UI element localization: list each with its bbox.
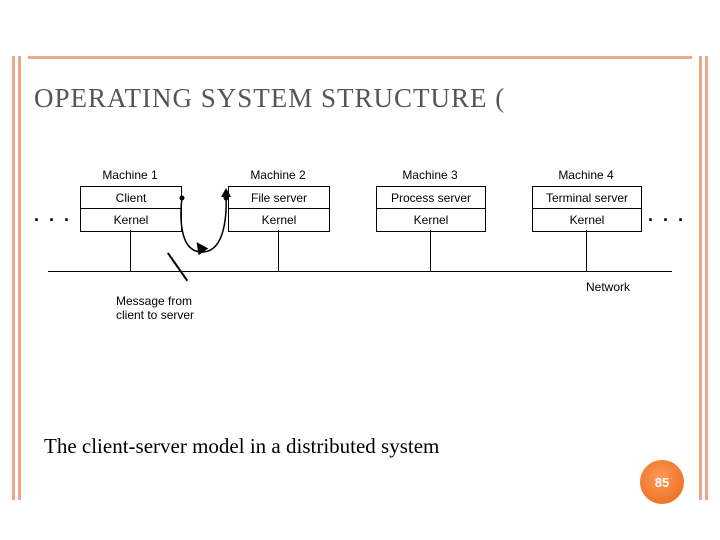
- page-number-badge: 85: [640, 460, 684, 504]
- machine-1-label: Machine 1: [80, 168, 180, 182]
- machine-3-drop: [430, 230, 431, 271]
- ellipsis-right-icon: · · ·: [648, 210, 686, 231]
- divider-left: [12, 56, 15, 500]
- message-arrowhead-icon: [221, 188, 231, 197]
- page-number: 85: [655, 475, 669, 490]
- machine-3-kernel: Kernel: [376, 208, 486, 232]
- machine-3-label: Machine 3: [376, 168, 484, 182]
- divider-top: [28, 56, 692, 59]
- network-label: Network: [586, 280, 630, 294]
- divider-left-2: [18, 56, 21, 500]
- machine-1-drop: [130, 230, 131, 271]
- architecture-diagram: · · · · · · Network Machine 1 Client Ker…: [48, 168, 672, 336]
- machine-1-role: Client: [80, 186, 182, 210]
- machine-4-drop: [586, 230, 587, 271]
- slide: OPERATING SYSTEM STRUCTURE ( · · · · · ·…: [0, 0, 720, 540]
- divider-right: [705, 56, 708, 500]
- figure-caption: The client-server model in a distributed…: [44, 434, 439, 459]
- page-title: OPERATING SYSTEM STRUCTURE (: [34, 83, 505, 114]
- machine-4-kernel: Kernel: [532, 208, 642, 232]
- message-arrow-curve: [168, 192, 378, 272]
- machine-3-role: Process server: [376, 186, 486, 210]
- message-label-line1: Message from: [116, 294, 192, 308]
- machine-4-label: Machine 4: [532, 168, 640, 182]
- message-label-line2: client to server: [116, 308, 194, 322]
- machine-2-label: Machine 2: [228, 168, 328, 182]
- machine-4-role: Terminal server: [532, 186, 642, 210]
- divider-right-2: [699, 56, 702, 500]
- machine-1-kernel: Kernel: [80, 208, 182, 232]
- ellipsis-left-icon: · · ·: [34, 210, 72, 231]
